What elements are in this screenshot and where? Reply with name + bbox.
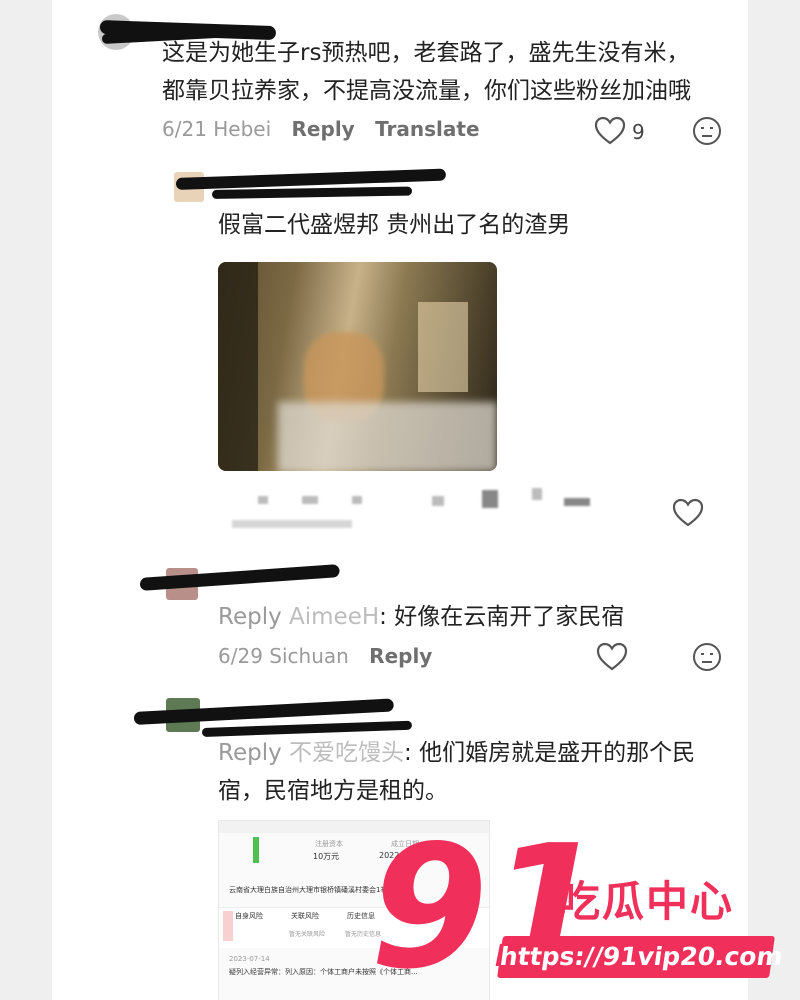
watermark-url: https://91vip20.com	[497, 936, 785, 978]
comment-text: Reply 不爱吃馒头: 他们婚房就是盛开的那个民	[218, 734, 695, 772]
comment-meta: 6/21 Hebei Reply Translate	[162, 117, 480, 141]
date-location: 6/21 Hebei	[162, 117, 272, 141]
blurred-text	[564, 498, 590, 506]
blurred-text	[258, 496, 268, 504]
reply-body: : 好像在云南开了家民宿	[379, 604, 625, 630]
reply-prefix: Reply	[218, 604, 282, 630]
heart-icon[interactable]	[594, 116, 626, 146]
reply-body: : 他们婚房就是盛开的那个民	[404, 740, 696, 766]
blurred-text	[352, 496, 362, 504]
doc-date2: 2023-07-14	[229, 955, 270, 963]
reply-to-author[interactable]: AimeeH	[289, 604, 379, 630]
video-window	[418, 302, 468, 392]
video-window	[218, 262, 258, 471]
dislike-face-icon[interactable]	[692, 642, 722, 672]
comment-text: 假富二代盛煜邦 贵州出了名的渣男	[218, 212, 571, 238]
translate-button[interactable]: Translate	[375, 117, 479, 141]
watermark-text: 吃瓜中心	[558, 877, 735, 926]
video-bed	[278, 402, 497, 471]
comment-text: 宿，民宿地方是租的。	[218, 778, 448, 804]
reply-button[interactable]: Reply	[369, 644, 432, 668]
blurred-text	[302, 496, 318, 504]
like-count: 9	[632, 120, 645, 144]
comment-text: 这是为她生子rs预热吧，老套路了，盛先生没有米，	[162, 40, 690, 66]
doc-capital: 10万元	[313, 852, 340, 861]
date-location: 6/29 Sichuan	[218, 644, 349, 668]
blurred-text	[432, 496, 444, 506]
doc-capital-label: 注册资本	[315, 840, 343, 848]
blurred-text	[532, 488, 542, 500]
redaction-scribble	[211, 186, 413, 199]
doc-risk-tab: 自身风险	[235, 912, 263, 920]
reply-prefix: Reply	[218, 740, 282, 766]
heart-icon[interactable]	[672, 498, 704, 528]
doc-risk-sub: 暂无关联风险	[289, 931, 326, 938]
dislike-face-icon[interactable]	[692, 116, 722, 146]
reply-button[interactable]: Reply	[292, 117, 355, 141]
video-thumbnail[interactable]	[218, 262, 497, 471]
doc-risk-tab: 关联风险	[291, 912, 319, 920]
doc-green-bar	[253, 837, 259, 863]
reply-to-author[interactable]: 不爱吃馒头	[289, 740, 404, 766]
heart-icon[interactable]	[596, 642, 628, 672]
comment-text: Reply AimeeH: 好像在云南开了家民宿	[218, 598, 624, 636]
doc-risk-highlight	[223, 911, 233, 941]
comment-meta: 6/29 Sichuan Reply	[218, 644, 432, 668]
blurred-text	[232, 520, 352, 528]
comment-text: 都靠贝拉养家，不提高没流量，你们这些粉丝加油哦	[162, 78, 691, 104]
blurred-text	[482, 490, 498, 508]
